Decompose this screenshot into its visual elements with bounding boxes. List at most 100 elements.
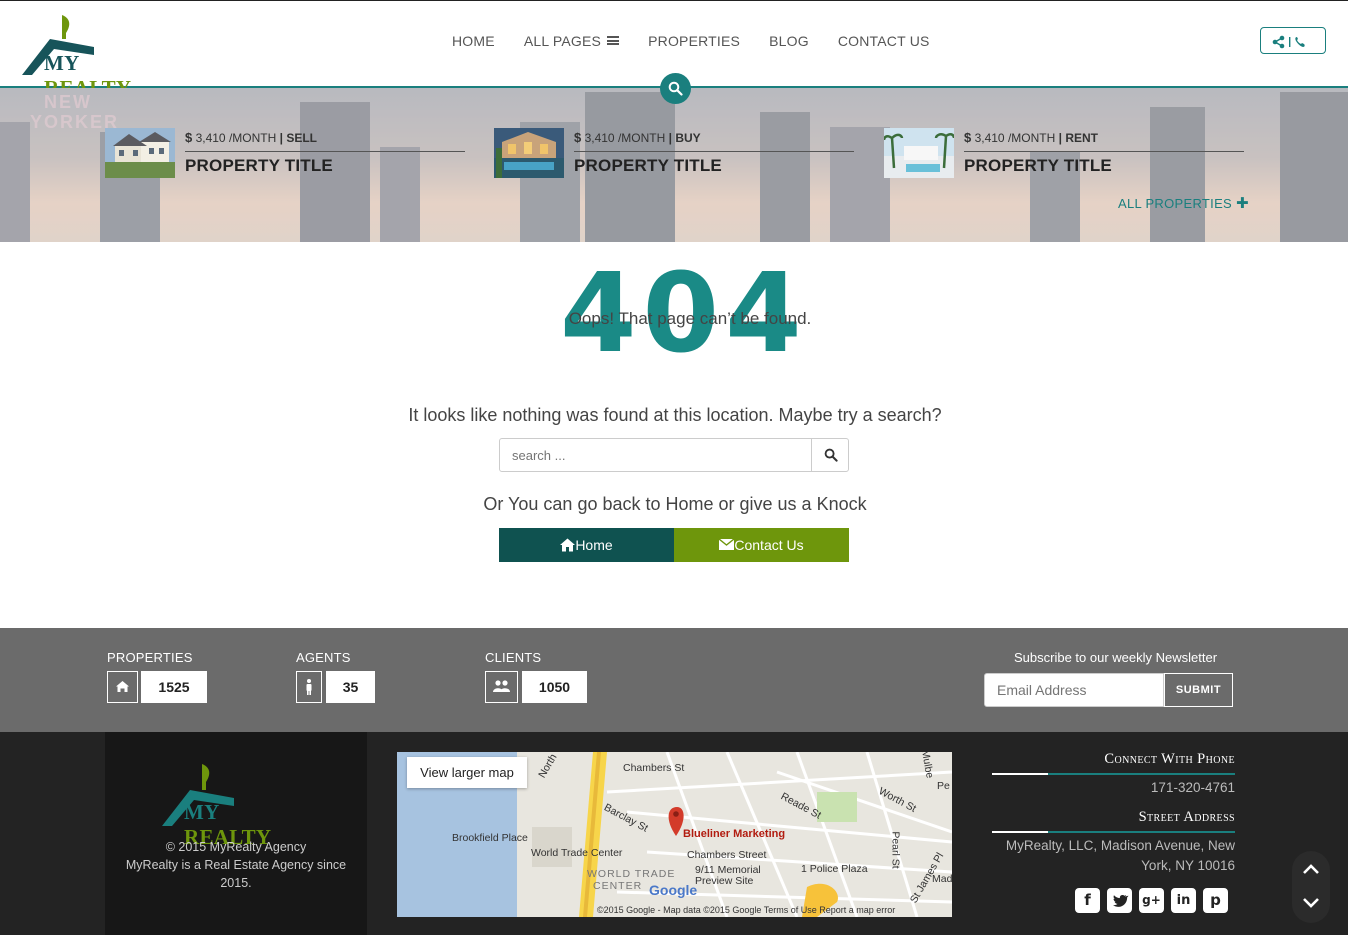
divider bbox=[992, 773, 1235, 775]
map-label: World Trade Center bbox=[531, 847, 623, 859]
phone-number[interactable]: 171-320-4761 bbox=[1151, 778, 1235, 798]
logo-my: MY bbox=[44, 51, 79, 75]
price-separator: | bbox=[668, 131, 672, 145]
property-card-buy[interactable]: $ 3,410 /MONTH | BUY PROPERTY TITLE bbox=[494, 128, 854, 180]
price-period: /MONTH bbox=[1007, 131, 1056, 145]
nav-properties[interactable]: PROPERTIES bbox=[648, 33, 740, 49]
currency: $ bbox=[185, 130, 193, 145]
twitter-icon[interactable] bbox=[1107, 888, 1132, 913]
nav-all-pages[interactable]: ALL PAGES bbox=[523, 33, 620, 49]
site-footer: MY REALTY © 2015 MyRealty Agency MyRealt… bbox=[0, 732, 1348, 935]
social-links: f g+ in p bbox=[1075, 888, 1228, 913]
property-price: $ 3,410 /MONTH | BUY bbox=[574, 130, 854, 152]
search-form bbox=[499, 438, 849, 472]
listing-type: SELL bbox=[286, 131, 317, 145]
site-logo[interactable]: MY REALTY bbox=[20, 11, 170, 100]
property-card-sell[interactable]: $ 3,410 /MONTH | SELL PROPERTY TITLE bbox=[105, 128, 465, 180]
price-separator: | bbox=[1058, 131, 1062, 145]
property-title[interactable]: PROPERTY TITLE bbox=[185, 156, 333, 176]
contact-us-button[interactable]: Contact Us bbox=[674, 528, 849, 562]
share-call-button[interactable] bbox=[1260, 27, 1326, 54]
map-label: CENTER bbox=[593, 880, 643, 892]
error-message: It looks like nothing was found at this … bbox=[408, 405, 942, 425]
street-address: MyRealty, LLC, Madison Avenue, New York,… bbox=[1005, 838, 1235, 873]
all-properties-link[interactable]: ALL PROPERTIES ✚ bbox=[1118, 194, 1249, 212]
property-price: $ 3,410 /MONTH | RENT bbox=[964, 130, 1244, 152]
home-button-label: Home bbox=[575, 537, 613, 553]
error-headline: Oops! That page can’t be found. bbox=[0, 309, 1348, 329]
price-period: /MONTH bbox=[617, 131, 666, 145]
search-button[interactable] bbox=[811, 439, 849, 471]
property-title[interactable]: PROPERTY TITLE bbox=[964, 156, 1112, 176]
stat-properties-value: 1525 bbox=[141, 671, 207, 703]
error-headline-text: Oops! That page can’t be found. bbox=[568, 309, 812, 328]
stat-clients-value: 1050 bbox=[522, 671, 587, 703]
main-nav: HOME ALL PAGES PROPERTIES BLOG CONTACT U… bbox=[452, 33, 959, 49]
stat-agents-label: AGENTS bbox=[296, 650, 351, 665]
property-card-rent[interactable]: $ 3,410 /MONTH | RENT PROPERTY TITLE bbox=[884, 128, 1244, 180]
currency: $ bbox=[964, 130, 972, 145]
stats-band: PROPERTIES 1525 AGENTS 35 CLIENTS 1050 S… bbox=[0, 628, 1348, 732]
header-search-button[interactable] bbox=[660, 73, 691, 104]
property-price: $ 3,410 /MONTH | SELL bbox=[185, 130, 465, 152]
menu-icon bbox=[607, 35, 620, 45]
envelope-icon bbox=[718, 538, 735, 550]
share-phone-icons bbox=[1272, 35, 1305, 48]
stat-properties: PROPERTIES 1525 bbox=[107, 650, 207, 703]
street-address-title: Street Address bbox=[1138, 809, 1235, 825]
newsletter-email-input[interactable] bbox=[984, 673, 1164, 707]
location-map[interactable]: View larger map Chambers St Blueliner Ma… bbox=[397, 752, 952, 917]
stat-properties-label: PROPERTIES bbox=[107, 650, 193, 665]
chevron-down-icon bbox=[1303, 898, 1319, 908]
stat-clients: CLIENTS 1050 bbox=[485, 650, 587, 703]
footer-copyright: © 2015 MyRealty Agency MyRealty is a Rea… bbox=[105, 838, 367, 892]
logo-my: MY bbox=[184, 800, 219, 824]
listing-type: RENT bbox=[1065, 131, 1098, 145]
property-thumbnail[interactable] bbox=[105, 128, 175, 178]
nav-blog[interactable]: BLOG bbox=[769, 33, 809, 49]
home-button[interactable]: Home bbox=[499, 528, 674, 562]
stat-clients-label: CLIENTS bbox=[485, 650, 542, 665]
map-label: Mad bbox=[932, 873, 952, 885]
map-pin-label: Blueliner Marketing bbox=[683, 828, 786, 840]
nav-all-pages-label: ALL PAGES bbox=[523, 33, 602, 49]
scroll-up-button[interactable] bbox=[1292, 851, 1330, 889]
map-label: Brookfield Place bbox=[452, 832, 528, 844]
google-plus-icon[interactable]: g+ bbox=[1139, 888, 1164, 913]
nav-home[interactable]: HOME bbox=[452, 33, 495, 49]
newsletter-title: Subscribe to our weekly Newsletter bbox=[1014, 650, 1218, 665]
map-label: Pearl St bbox=[889, 831, 902, 869]
search-input[interactable] bbox=[500, 439, 811, 471]
listing-type: BUY bbox=[675, 131, 701, 145]
property-thumbnail[interactable] bbox=[494, 128, 564, 178]
map-label: 1 Police Plaza bbox=[801, 863, 868, 875]
linkedin-icon[interactable]: in bbox=[1171, 888, 1196, 913]
house-icon bbox=[107, 671, 138, 703]
page: MY REALTY HOME ALL PAGES PROPERTIES BLOG… bbox=[0, 0, 1348, 935]
search-icon bbox=[824, 448, 838, 462]
search-icon bbox=[668, 81, 683, 96]
tagline-text: MyRealty is a Real Estate Agency since 2… bbox=[125, 858, 347, 890]
newsletter-submit-button[interactable]: SUBMIT bbox=[1164, 673, 1233, 707]
property-thumbnail[interactable] bbox=[884, 128, 954, 178]
property-title[interactable]: PROPERTY TITLE bbox=[574, 156, 722, 176]
price-value: 3,410 bbox=[974, 131, 1005, 145]
scroll-down-button[interactable] bbox=[1292, 885, 1330, 923]
currency: $ bbox=[574, 130, 582, 145]
price-value: 3,410 bbox=[584, 131, 615, 145]
stat-agents-value: 35 bbox=[326, 671, 375, 703]
map-label: Pe bbox=[937, 780, 950, 792]
connect-phone-title: Connect With Phone bbox=[1104, 751, 1235, 767]
footer-brand: MY REALTY © 2015 MyRealty Agency MyRealt… bbox=[105, 732, 367, 935]
nav-contact-us[interactable]: CONTACT US bbox=[838, 33, 930, 49]
go-back-text: Or You can go back to Home or give us a … bbox=[483, 494, 867, 514]
pinterest-icon[interactable]: p bbox=[1203, 888, 1228, 913]
facebook-icon[interactable]: f bbox=[1075, 888, 1100, 913]
view-larger-map-button[interactable]: View larger map bbox=[407, 757, 527, 788]
divider bbox=[992, 831, 1235, 833]
price-period: /MONTH bbox=[228, 131, 277, 145]
home-icon bbox=[560, 538, 576, 552]
stat-agents: AGENTS 35 bbox=[296, 650, 375, 703]
footer-logo[interactable]: MY REALTY bbox=[160, 760, 310, 849]
copyright-text: © 2015 MyRealty Agency bbox=[165, 840, 307, 854]
